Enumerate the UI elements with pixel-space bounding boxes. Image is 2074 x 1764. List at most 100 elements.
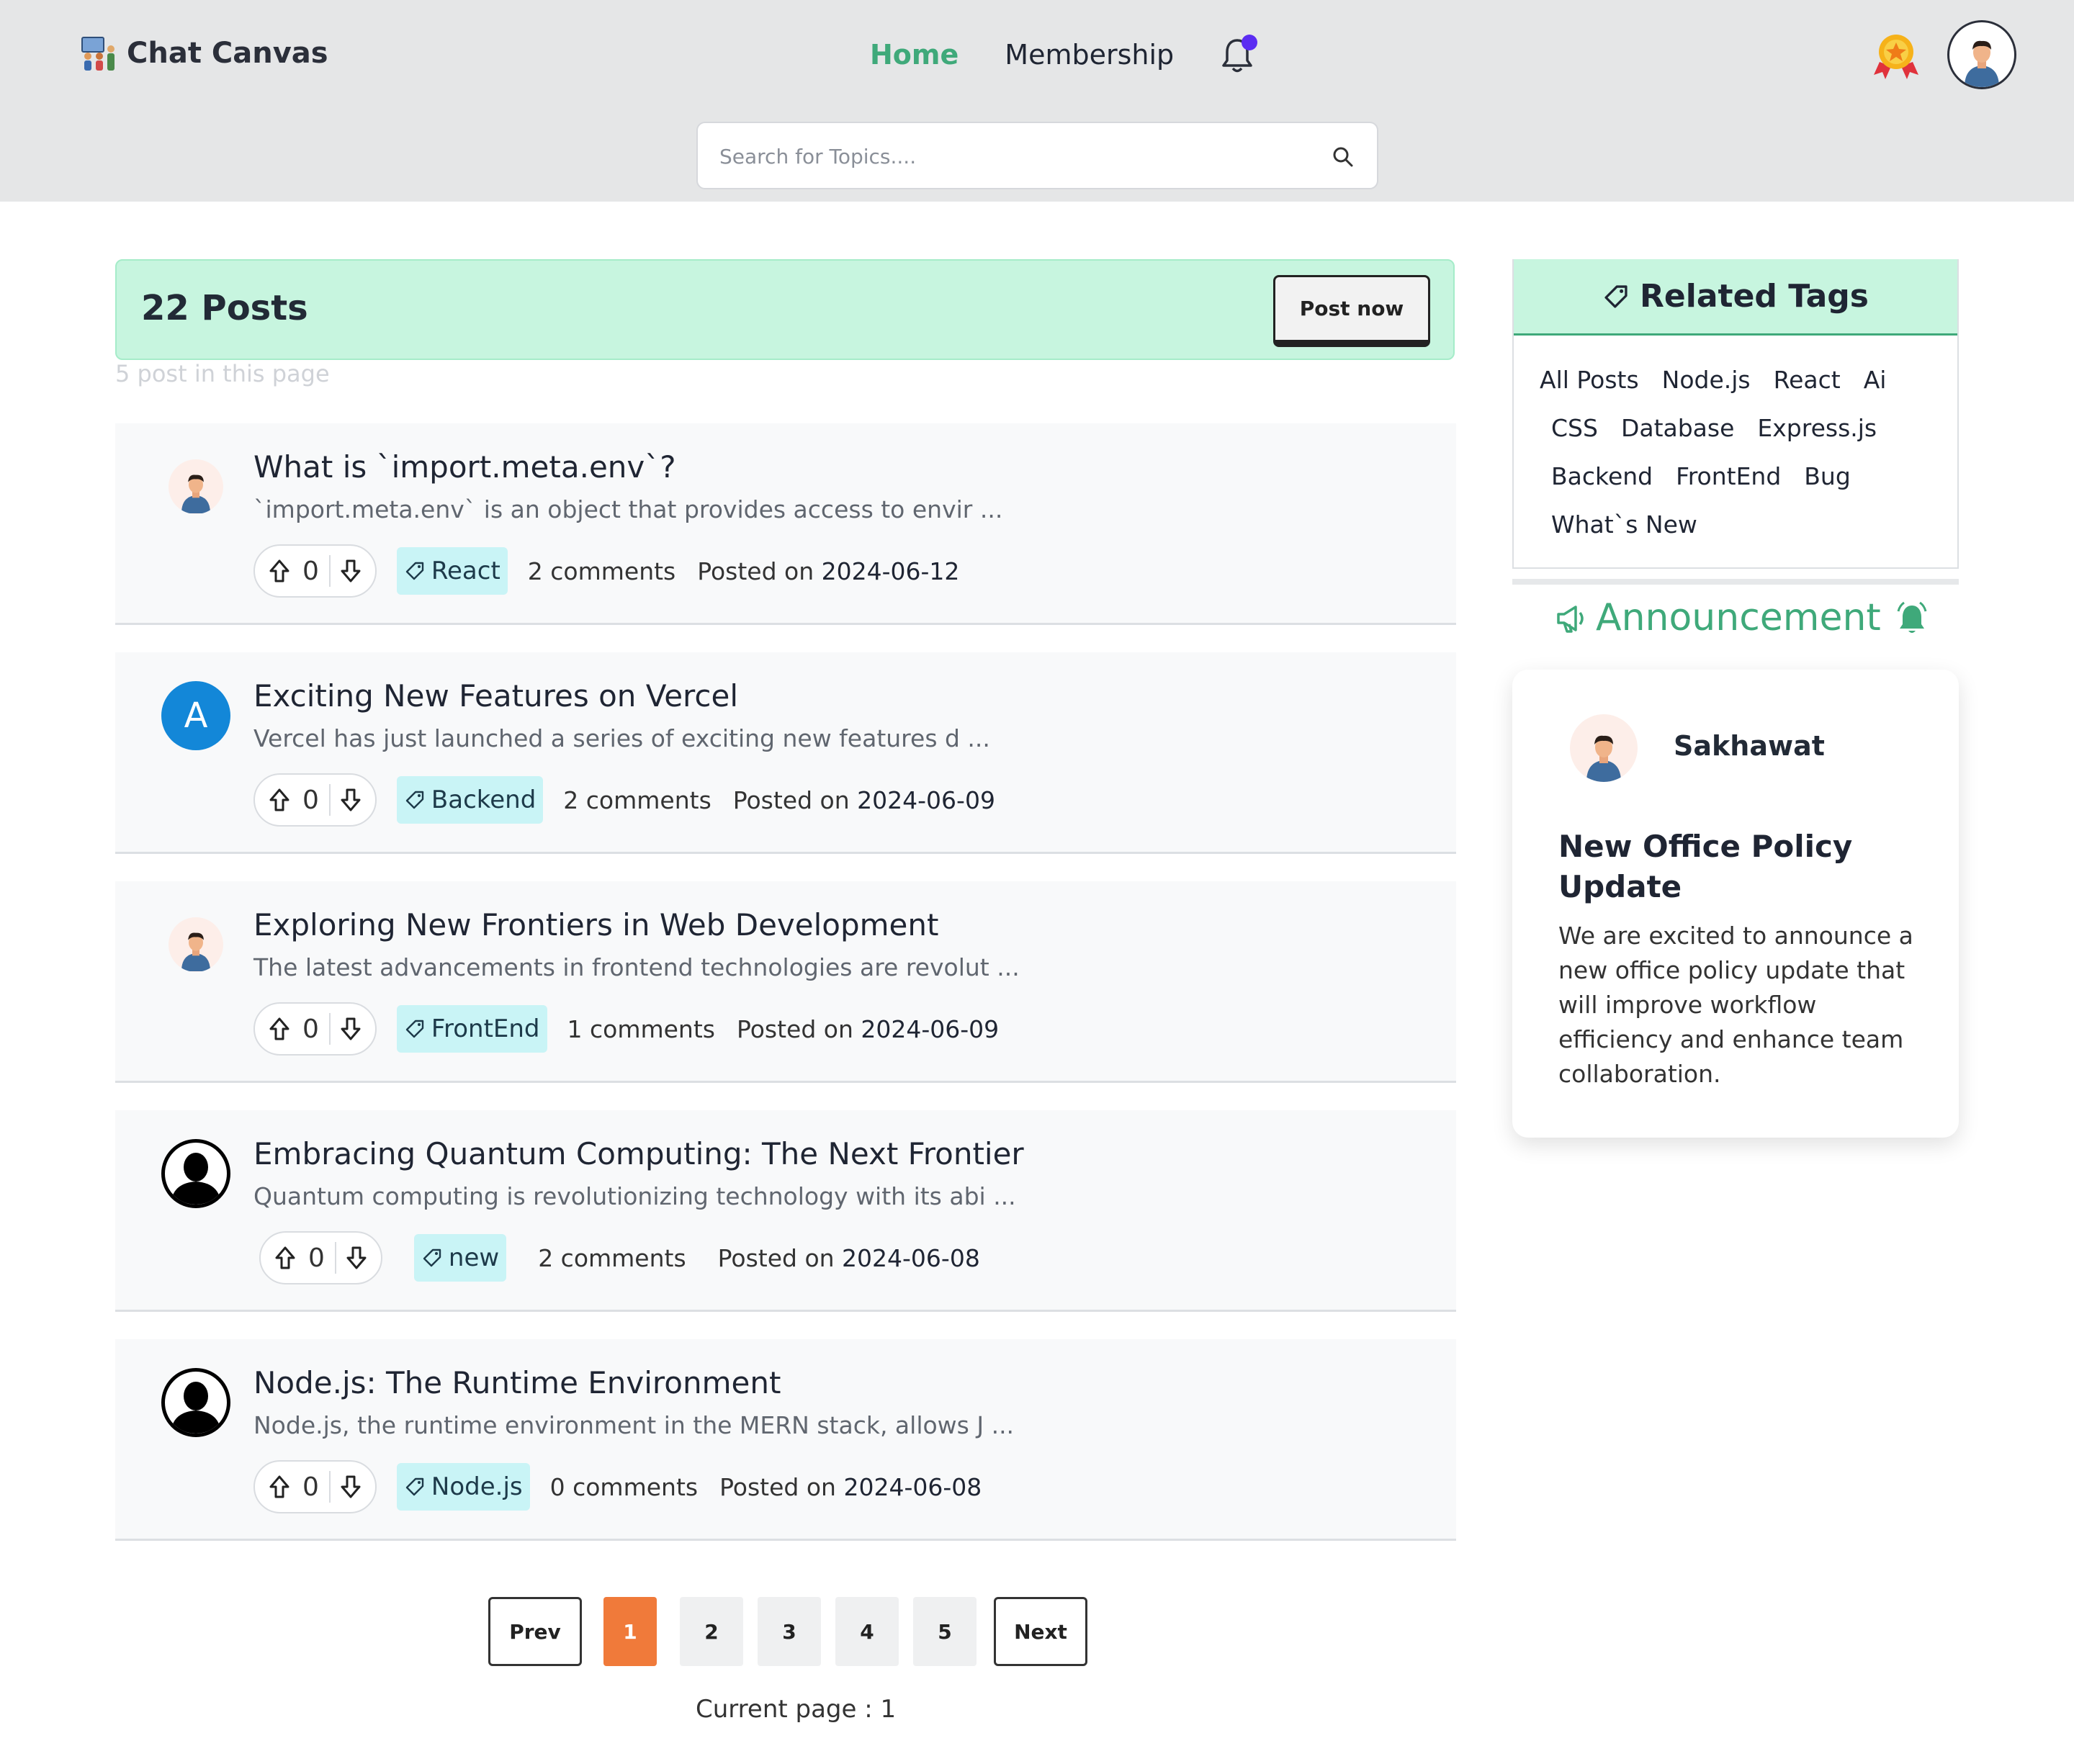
post-card[interactable]: Exploring New Frontiers in Web Developme… — [115, 881, 1456, 1083]
page-button-3[interactable]: 3 — [758, 1597, 821, 1666]
brand-name: Chat Canvas — [127, 37, 328, 70]
page-button-5[interactable]: 5 — [913, 1597, 977, 1666]
user-avatar[interactable] — [1947, 20, 2016, 89]
downvote-button[interactable] — [338, 557, 364, 585]
vote-count: 0 — [302, 556, 319, 586]
announcement-card[interactable]: Sakhawat New Office Policy Update We are… — [1512, 670, 1959, 1138]
post-date-wrap: Posted on 2024-06-08 — [718, 1244, 980, 1272]
vote-divider — [328, 1471, 331, 1503]
notification-button[interactable] — [1220, 35, 1258, 75]
post-comments[interactable]: 2 comments — [538, 1244, 686, 1272]
vote-count: 0 — [308, 1243, 325, 1273]
upvote-button[interactable] — [266, 1472, 292, 1501]
post-date: 2024-06-08 — [842, 1243, 980, 1272]
post-date-wrap: Posted on 2024-06-08 — [719, 1473, 982, 1501]
post-now-button[interactable]: Post now — [1273, 275, 1430, 347]
tag-link-ai[interactable]: Ai — [1864, 366, 1887, 394]
post-card[interactable]: Node.js: The Runtime Environment Node.js… — [115, 1339, 1456, 1541]
post-card[interactable]: A Exciting New Features on Vercel Vercel… — [115, 652, 1456, 854]
post-card[interactable]: What is `import.meta.env`? `import.meta.… — [115, 423, 1456, 625]
arrow-down-icon — [341, 788, 361, 811]
post-excerpt: Node.js, the runtime environment in the … — [253, 1411, 1015, 1439]
post-tag[interactable]: FrontEnd — [396, 1005, 547, 1053]
tag-link-whats-new[interactable]: What`s New — [1551, 510, 1697, 539]
downvote-button[interactable] — [344, 1243, 369, 1272]
post-date: 2024-06-12 — [821, 557, 960, 585]
vote-control: 0 — [253, 1002, 377, 1056]
post-tag-label: Backend — [431, 786, 537, 814]
post-title[interactable]: Exploring New Frontiers in Web Developme… — [253, 907, 938, 942]
nav-membership[interactable]: Membership — [1005, 39, 1174, 71]
post-meta: 0 FrontEnd 1 comments Posted on 2024-06-… — [253, 1002, 999, 1056]
tag-icon — [405, 791, 424, 809]
tag-link-css[interactable]: CSS — [1551, 414, 1598, 442]
downvote-button[interactable] — [338, 786, 364, 814]
downvote-button[interactable] — [338, 1014, 364, 1043]
search-icon[interactable] — [1331, 145, 1355, 169]
tag-link-nodejs[interactable]: Node.js — [1662, 366, 1751, 394]
medal-icon[interactable] — [1871, 30, 1921, 81]
posts-subtitle: 5 post in this page — [115, 360, 330, 387]
tag-link-bug[interactable]: Bug — [1804, 462, 1851, 490]
arrow-down-icon — [341, 1017, 361, 1040]
page-button-4[interactable]: 4 — [835, 1597, 899, 1666]
post-card[interactable]: Embracing Quantum Computing: The Next Fr… — [115, 1110, 1456, 1312]
megaphone-icon — [1557, 606, 1584, 633]
upvote-button[interactable] — [272, 1243, 298, 1272]
search-input[interactable] — [719, 142, 1281, 171]
page-button-1[interactable]: 1 — [603, 1597, 657, 1666]
post-tag[interactable]: Backend — [396, 776, 544, 824]
man-avatar-icon — [181, 474, 210, 513]
tag-icon — [423, 1248, 441, 1267]
post-meta: 0 React 2 comments Posted on 2024-06-12 — [253, 544, 959, 598]
post-comments[interactable]: 1 comments — [567, 1015, 715, 1043]
vote-divider — [328, 555, 331, 587]
post-tag-label: React — [431, 557, 500, 585]
page-button-2[interactable]: 2 — [680, 1597, 743, 1666]
downvote-button[interactable] — [338, 1472, 364, 1501]
vote-count: 0 — [302, 1014, 319, 1044]
post-comments[interactable]: 2 comments — [563, 786, 711, 814]
tag-link-backend[interactable]: Backend — [1551, 462, 1653, 490]
related-tags-list: All Posts Node.js React Ai CSS Database … — [1540, 366, 1943, 539]
post-tag-label: FrontEnd — [431, 1014, 540, 1043]
nav-home[interactable]: Home — [870, 39, 959, 71]
brand-logo[interactable]: Chat Canvas — [81, 35, 328, 72]
post-title[interactable]: Node.js: The Runtime Environment — [253, 1365, 781, 1400]
post-comments[interactable]: 0 comments — [550, 1473, 698, 1501]
post-avatar — [161, 1139, 230, 1208]
notification-badge — [1242, 35, 1258, 50]
arrow-down-icon — [341, 1475, 361, 1498]
upvote-button[interactable] — [266, 1014, 292, 1043]
post-title[interactable]: Exciting New Features on Vercel — [253, 678, 738, 714]
tag-link-all-posts[interactable]: All Posts — [1540, 366, 1639, 394]
tag-link-expressjs[interactable]: Express.js — [1757, 414, 1877, 442]
post-title[interactable]: What is `import.meta.env`? — [253, 449, 676, 485]
post-date: 2024-06-09 — [857, 786, 995, 814]
sidebar-divider — [1512, 579, 1959, 585]
post-date: 2024-06-08 — [843, 1472, 982, 1501]
tag-link-database[interactable]: Database — [1621, 414, 1734, 442]
vote-divider — [328, 784, 331, 816]
prev-page-button[interactable]: Prev — [488, 1597, 582, 1666]
post-tag[interactable]: Node.js — [396, 1463, 530, 1511]
related-tags-header: Related Tags — [1514, 259, 1957, 336]
post-date-wrap: Posted on 2024-06-09 — [737, 1015, 999, 1043]
post-title[interactable]: Embracing Quantum Computing: The Next Fr… — [253, 1136, 1024, 1171]
post-tag[interactable]: React — [396, 547, 508, 595]
announcement-post-title: New Office Policy Update — [1558, 829, 1853, 904]
upvote-button[interactable] — [266, 557, 292, 585]
next-page-button[interactable]: Next — [994, 1597, 1087, 1666]
tag-link-react[interactable]: React — [1774, 366, 1841, 394]
post-tag[interactable]: new — [413, 1234, 507, 1282]
tag-icon — [405, 1477, 424, 1496]
tag-icon — [405, 1020, 424, 1038]
tag-link-frontend[interactable]: FrontEnd — [1676, 462, 1781, 490]
arrow-up-icon — [275, 1246, 295, 1269]
arrow-up-icon — [269, 1475, 289, 1498]
post-comments[interactable]: 2 comments — [528, 557, 675, 585]
upvote-button[interactable] — [266, 786, 292, 814]
user-silhouette-icon — [171, 1153, 221, 1205]
announcement-author: Sakhawat — [1674, 730, 1825, 762]
posted-label: Posted on — [736, 1014, 853, 1043]
